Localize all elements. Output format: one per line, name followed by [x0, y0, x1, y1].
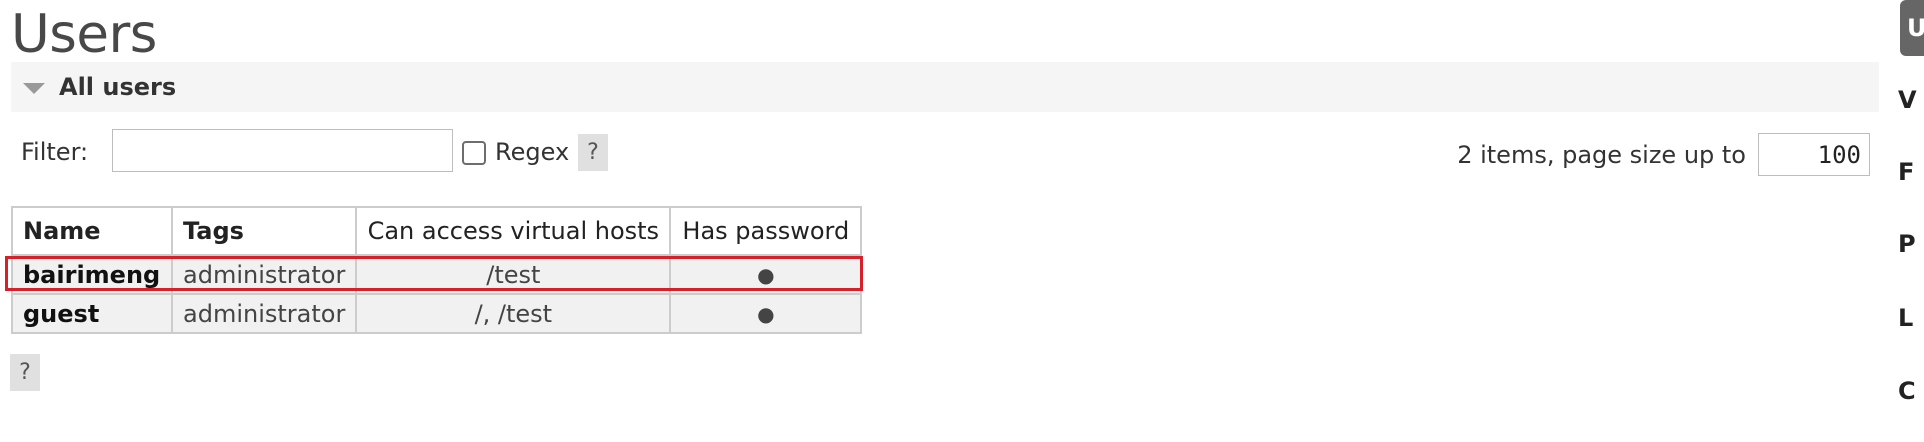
has-password-dot: ●: [669, 254, 863, 295]
filter-label: Filter:: [21, 138, 89, 166]
user-name-link[interactable]: guest: [11, 293, 173, 334]
regex-help-button[interactable]: ?: [578, 134, 608, 171]
pagination-summary: 2 items, page size up to: [1457, 141, 1746, 169]
table-row[interactable]: guest administrator /, /test ●: [11, 293, 863, 334]
all-users-section-toggle[interactable]: All users: [11, 62, 1879, 112]
side-nav-item-f[interactable]: F: [1898, 158, 1924, 186]
user-vhosts: /test: [355, 254, 672, 295]
side-nav-item-v[interactable]: V: [1898, 86, 1924, 114]
side-nav-item-users[interactable]: U: [1900, 0, 1924, 56]
collapse-triangle-icon: [23, 82, 45, 94]
column-header-tags[interactable]: Tags: [170, 206, 358, 256]
users-table: Name Tags Can access virtual hosts Has p…: [11, 206, 863, 334]
filter-input[interactable]: [112, 129, 453, 172]
side-nav-item-p[interactable]: P: [1898, 230, 1924, 258]
user-tags: administrator: [170, 293, 358, 334]
table-help-button[interactable]: ?: [10, 354, 40, 391]
table-row[interactable]: bairimeng administrator /test ●: [11, 254, 863, 295]
table-header-row: Name Tags Can access virtual hosts Has p…: [11, 206, 863, 256]
column-header-has-password[interactable]: Has password: [669, 206, 863, 256]
user-tags: administrator: [170, 254, 358, 295]
regex-checkbox[interactable]: [462, 141, 486, 165]
user-vhosts: /, /test: [355, 293, 672, 334]
side-nav-item-c[interactable]: C: [1898, 377, 1924, 405]
has-password-dot: ●: [669, 293, 863, 334]
regex-label: Regex: [495, 138, 570, 166]
column-header-name[interactable]: Name: [11, 206, 173, 256]
section-title: All users: [59, 73, 177, 101]
page-size-input[interactable]: [1758, 133, 1870, 176]
user-name-link[interactable]: bairimeng: [11, 254, 173, 295]
page-title: Users: [11, 4, 157, 65]
side-nav-item-l[interactable]: L: [1898, 304, 1924, 332]
column-header-vhosts[interactable]: Can access virtual hosts: [355, 206, 672, 256]
